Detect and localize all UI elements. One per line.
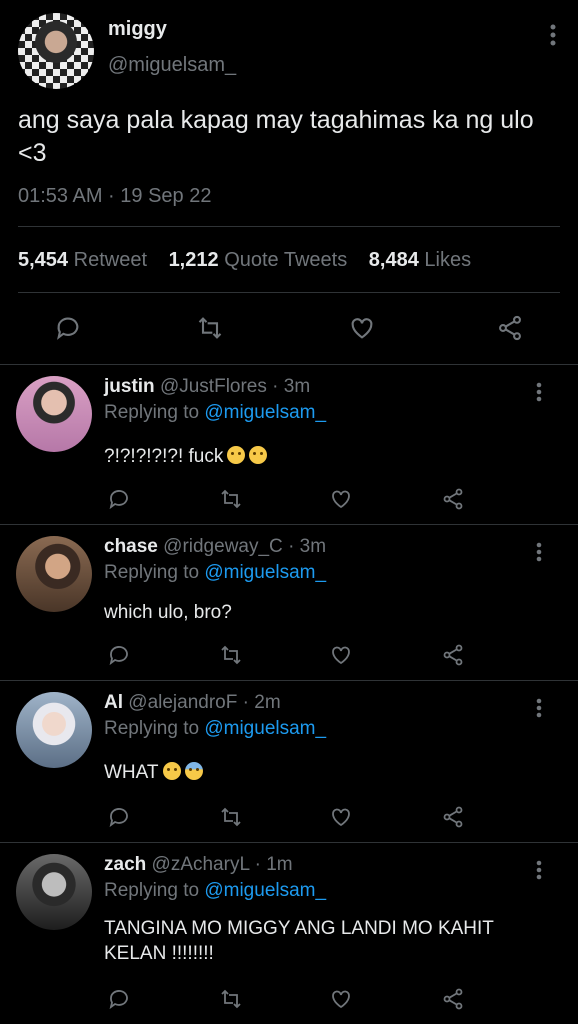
reply-time[interactable]: · 2m — [243, 692, 281, 713]
reply-author-name[interactable]: Al — [104, 692, 123, 713]
retweet-icon[interactable] — [214, 482, 248, 516]
reply-icon[interactable] — [102, 482, 136, 516]
replying-to-link[interactable]: @miguelsam_ — [204, 402, 326, 423]
reply-item[interactable]: Al @alejandroF · 2m Replying to @miguels… — [0, 682, 578, 842]
reply-author-handle[interactable]: @zAcharyL — [152, 854, 250, 875]
replying-to-link[interactable]: @miguelsam_ — [204, 718, 326, 739]
retweet-label[interactable]: Retweet — [74, 249, 147, 271]
quote-count[interactable]: 1,212 — [169, 249, 219, 271]
tweet-thread: miggy @miguelsam_ ang saya pala kapag ma… — [0, 0, 578, 1024]
avatar[interactable] — [16, 536, 92, 612]
replying-label: Replying to — [104, 402, 200, 423]
like-icon[interactable] — [324, 482, 358, 516]
divider — [0, 524, 578, 525]
retweet-icon[interactable] — [188, 306, 232, 350]
reply-icon[interactable] — [102, 800, 136, 834]
reply-text: TANGINA MO MIGGY ANG LANDI MO KAHIT KELA… — [104, 918, 494, 964]
reply-header: chase @ridgeway_C · 3m — [104, 536, 326, 558]
more-icon[interactable] — [536, 542, 542, 567]
reply-time[interactable]: · 3m — [272, 376, 310, 397]
share-icon[interactable] — [436, 638, 470, 672]
reply-time[interactable]: · 3m — [288, 536, 326, 557]
avatar[interactable] — [18, 13, 94, 89]
divider — [0, 364, 578, 365]
reply-text: ?!?!?!?!?! fuck — [104, 444, 544, 469]
reply-icon[interactable] — [46, 306, 90, 350]
replying-to: Replying to @miguelsam_ — [104, 402, 326, 424]
more-icon[interactable] — [536, 860, 542, 885]
replying-to: Replying to @miguelsam_ — [104, 880, 326, 902]
reply-actions — [0, 638, 578, 672]
reply-header: Al @alejandroF · 2m — [104, 692, 281, 714]
more-icon[interactable] — [536, 382, 542, 407]
divider — [18, 292, 560, 293]
reply-icon[interactable] — [102, 982, 136, 1016]
reply-actions — [0, 800, 578, 834]
reply-text: which ulo, bro? — [104, 602, 232, 623]
reply-item[interactable]: justin @JustFlores · 3m Replying to @mig… — [0, 366, 578, 524]
reply-author-handle[interactable]: @JustFlores — [160, 376, 267, 397]
divider — [0, 842, 578, 843]
tweet-actions — [0, 306, 578, 350]
retweet-count[interactable]: 5,454 — [18, 249, 68, 271]
reply-item[interactable]: chase @ridgeway_C · 3m Replying to @migu… — [0, 526, 578, 680]
like-count[interactable]: 8,484 — [369, 249, 419, 271]
replying-label: Replying to — [104, 880, 200, 901]
fearful-face-emoji-icon — [184, 762, 203, 780]
reply-time[interactable]: · 1m — [255, 854, 293, 875]
retweet-icon[interactable] — [214, 800, 248, 834]
reply-author-name[interactable]: zach — [104, 854, 146, 875]
reply-icon[interactable] — [102, 638, 136, 672]
share-icon[interactable] — [488, 306, 532, 350]
dizzy-face-emoji-icon — [162, 762, 181, 780]
replying-to: Replying to @miguelsam_ — [104, 562, 326, 584]
avatar[interactable] — [16, 376, 92, 452]
author-name[interactable]: miggy — [108, 18, 167, 41]
like-icon[interactable] — [324, 982, 358, 1016]
like-label[interactable]: Likes — [424, 249, 471, 271]
like-icon[interactable] — [340, 306, 384, 350]
reply-author-name[interactable]: justin — [104, 376, 155, 397]
retweet-icon[interactable] — [214, 982, 248, 1016]
more-icon[interactable] — [536, 698, 542, 723]
reply-author-handle[interactable]: @alejandroF — [128, 692, 237, 713]
divider — [0, 680, 578, 681]
divider — [18, 226, 560, 227]
replying-to-link[interactable]: @miguelsam_ — [204, 562, 326, 583]
reply-author-handle[interactable]: @ridgeway_C — [163, 536, 283, 557]
more-icon[interactable] — [550, 24, 556, 51]
author-handle[interactable]: @miguelsam_ — [108, 54, 236, 77]
quote-label[interactable]: Quote Tweets — [224, 249, 347, 271]
replying-to: Replying to @miguelsam_ — [104, 718, 326, 740]
reply-actions — [0, 482, 578, 516]
retweet-icon[interactable] — [214, 638, 248, 672]
share-icon[interactable] — [436, 800, 470, 834]
replying-label: Replying to — [104, 562, 200, 583]
reply-author-name[interactable]: chase — [104, 536, 158, 557]
like-icon[interactable] — [324, 638, 358, 672]
reply-text-content: WHAT — [104, 762, 159, 783]
share-icon[interactable] — [436, 982, 470, 1016]
crying-emoji-icon — [249, 446, 268, 464]
reply-item[interactable]: zach @zAcharyL · 1m Replying to @miguels… — [0, 844, 578, 1024]
avatar[interactable] — [16, 692, 92, 768]
reply-actions — [0, 982, 578, 1016]
tweet-timestamp[interactable]: 01:53 AM · 19 Sep 22 — [18, 185, 211, 208]
reply-text: WHAT — [104, 760, 544, 785]
replying-label: Replying to — [104, 718, 200, 739]
tweet-stats: 5,454 Retweet 1,212 Quote Tweets 8,484 L… — [18, 249, 471, 272]
reply-header: justin @JustFlores · 3m — [104, 376, 310, 398]
like-icon[interactable] — [324, 800, 358, 834]
avatar[interactable] — [16, 854, 92, 930]
replying-to-link[interactable]: @miguelsam_ — [204, 880, 326, 901]
reply-header: zach @zAcharyL · 1m — [104, 854, 293, 876]
reply-text-content: ?!?!?!?!?! fuck — [104, 446, 224, 467]
tweet-text: ang saya pala kapag may tagahimas ka ng … — [18, 106, 534, 167]
crying-emoji-icon — [227, 446, 246, 464]
share-icon[interactable] — [436, 482, 470, 516]
